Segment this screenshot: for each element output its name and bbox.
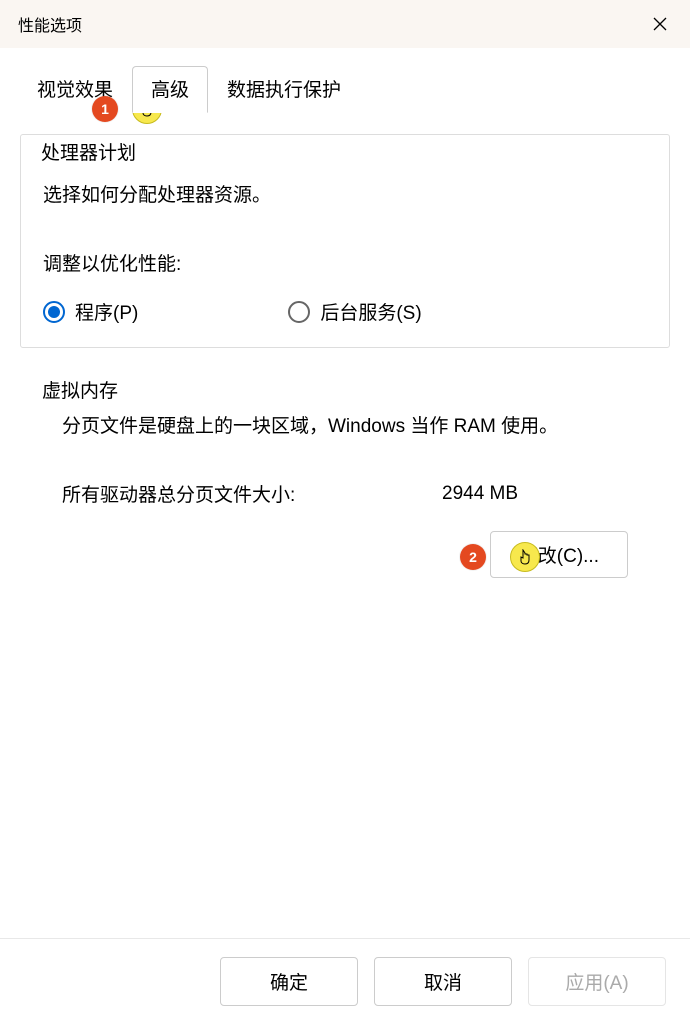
pointer-icon bbox=[518, 549, 532, 565]
paging-size-value: 2944 MB bbox=[442, 483, 518, 505]
dialog-footer: 确定 取消 应用(A) bbox=[0, 938, 690, 1024]
radio-icon bbox=[43, 301, 65, 323]
apply-button: 应用(A) bbox=[528, 957, 666, 1006]
scheduling-radio-row: 程序(P) 后台服务(S) bbox=[43, 298, 647, 325]
tab-dep[interactable]: 数据执行保护 bbox=[208, 66, 360, 113]
radio-icon bbox=[288, 301, 310, 323]
radio-background-label: 后台服务(S) bbox=[320, 298, 421, 325]
tab-content: 处理器计划 选择如何分配处理器资源。 调整以优化性能: 程序(P) 后台服务(S… bbox=[0, 134, 690, 600]
ok-button[interactable]: 确定 bbox=[220, 957, 358, 1006]
paging-size-label: 所有驱动器总分页文件大小: bbox=[62, 480, 442, 507]
radio-programs-label: 程序(P) bbox=[75, 298, 138, 325]
annotation-step-1: 1 bbox=[92, 96, 118, 122]
annotation-step-2: 2 bbox=[460, 544, 486, 570]
window-title: 性能选项 bbox=[18, 12, 82, 36]
virtual-memory-desc: 分页文件是硬盘上的一块区域，Windows 当作 RAM 使用。 bbox=[62, 411, 628, 438]
processor-scheduling-desc: 选择如何分配处理器资源。 bbox=[43, 180, 647, 207]
cancel-button[interactable]: 取消 bbox=[374, 957, 512, 1006]
virtual-memory-title: 虚拟内存 bbox=[42, 376, 670, 403]
close-button[interactable] bbox=[630, 0, 690, 48]
cursor-indicator-2 bbox=[510, 542, 540, 572]
radio-programs[interactable]: 程序(P) bbox=[43, 298, 138, 325]
titlebar: 性能选项 bbox=[0, 0, 690, 48]
paging-size-row: 所有驱动器总分页文件大小: 2944 MB bbox=[62, 480, 628, 507]
radio-background-services[interactable]: 后台服务(S) bbox=[288, 298, 421, 325]
tab-advanced[interactable]: 高级 bbox=[132, 66, 208, 113]
change-button-row: 更改(C)... bbox=[62, 531, 628, 578]
close-icon bbox=[652, 16, 668, 32]
adjust-for-label: 调整以优化性能: bbox=[43, 249, 647, 276]
processor-scheduling-title: 处理器计划 bbox=[41, 138, 142, 165]
processor-scheduling-group: 处理器计划 选择如何分配处理器资源。 调整以优化性能: 程序(P) 后台服务(S… bbox=[20, 134, 670, 348]
virtual-memory-group: 分页文件是硬盘上的一块区域，Windows 当作 RAM 使用。 所有驱动器总分… bbox=[40, 411, 650, 600]
